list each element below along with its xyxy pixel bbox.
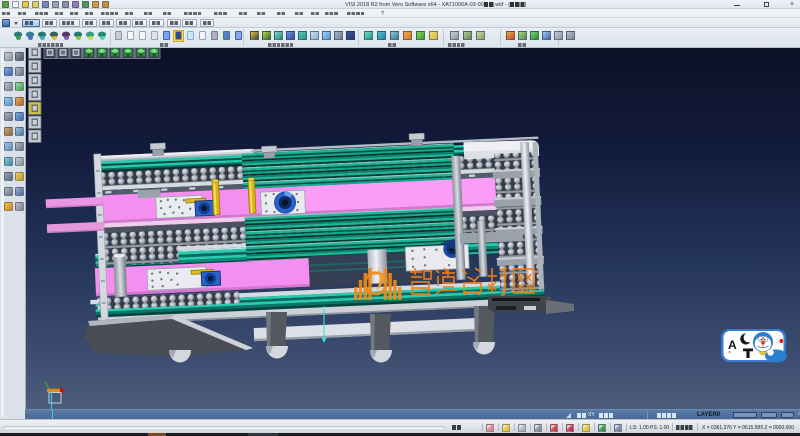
- svg-text:A: A: [728, 338, 737, 352]
